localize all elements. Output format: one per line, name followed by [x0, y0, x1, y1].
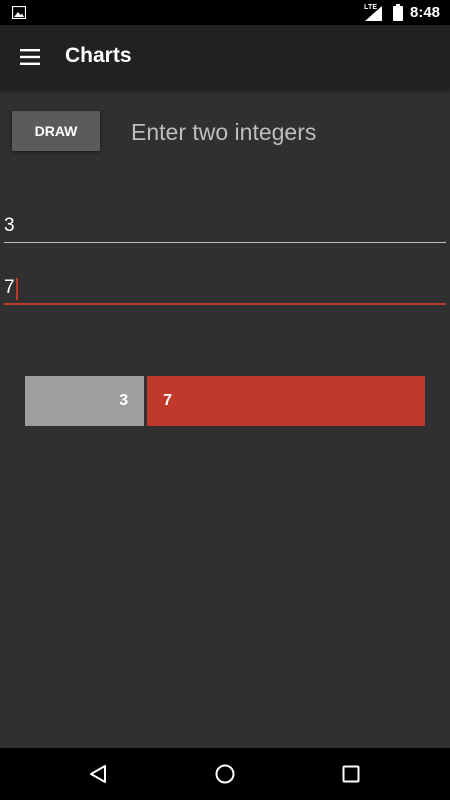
chart-bar-label-1: 3	[119, 392, 129, 409]
hamburger-menu-icon	[20, 49, 40, 65]
home-icon	[215, 764, 235, 784]
recents-icon	[342, 765, 360, 783]
second-integer-input[interactable]	[4, 273, 446, 303]
chart-bar-2: 7	[147, 376, 425, 426]
recents-button[interactable]	[331, 754, 371, 794]
home-button[interactable]	[205, 754, 245, 794]
first-integer-input[interactable]	[4, 211, 446, 241]
draw-button[interactable]: DRAW	[12, 111, 100, 151]
battery-icon	[393, 4, 403, 21]
back-icon	[90, 765, 106, 783]
first-integer-underline	[4, 242, 446, 243]
menu-button[interactable]	[10, 37, 50, 77]
screen: LTE 8:48 Charts DRAW Enter two integers	[0, 0, 450, 800]
ratio-bar-chart: 37	[25, 376, 425, 426]
clock: 8:48	[410, 4, 441, 21]
back-button[interactable]	[78, 754, 118, 794]
chart-bar-1: 3	[25, 376, 145, 426]
text-cursor	[16, 278, 18, 300]
chart-bar-label-2: 7	[163, 392, 172, 409]
instruction-text: Enter two integers	[131, 119, 317, 145]
image-notification-icon	[12, 6, 26, 19]
page-title: Charts	[65, 44, 132, 67]
status-bar: LTE 8:48	[0, 0, 450, 25]
second-integer-field	[4, 273, 446, 305]
navigation-bar	[0, 748, 450, 800]
first-integer-field	[4, 211, 446, 243]
second-integer-underline	[4, 303, 446, 305]
signal-icon	[365, 6, 382, 21]
app-bar: Charts	[0, 25, 450, 89]
